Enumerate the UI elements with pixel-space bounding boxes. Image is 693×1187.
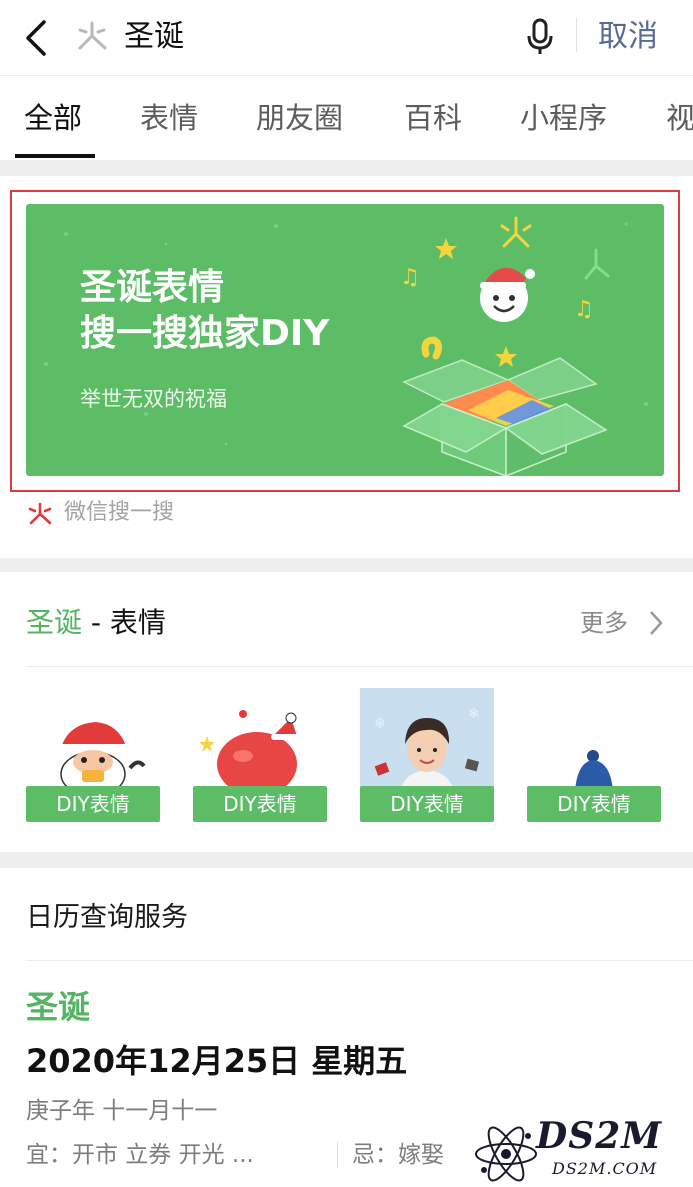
- svg-text:❄: ❄: [468, 706, 480, 722]
- section-gap: [0, 160, 693, 176]
- search-bar: 圣诞 取消: [0, 0, 693, 76]
- svg-text:❄: ❄: [374, 716, 386, 732]
- divider: [337, 1142, 338, 1168]
- santa-sticker-icon: [42, 722, 146, 792]
- sticker-card[interactable]: DIY表情: [527, 688, 661, 826]
- sticker-card[interactable]: DIY表情: [26, 688, 160, 826]
- sticker-results: 圣诞 - 表情 更多 DIY表情 DIY表情 ❄ ❄ DIY表情 DIY表情: [0, 572, 693, 852]
- sticker-label: DIY表情: [26, 786, 160, 822]
- watermark-url: DS2M.COM: [552, 1159, 658, 1178]
- apple-sticker-icon: [199, 710, 299, 792]
- atom-logo-icon: [475, 1126, 537, 1182]
- watermark: DS2M DS2M.COM: [470, 1114, 690, 1186]
- divider: [26, 666, 693, 667]
- svg-text:♫: ♫: [574, 297, 594, 322]
- section-gap: [0, 852, 693, 868]
- tab-mini-programs[interactable]: 小程序: [520, 98, 607, 138]
- title-rest: - 表情: [82, 606, 166, 639]
- promo-banner[interactable]: 圣诞表情 搜一搜独家DIY 举世无双的祝福 ♫ ♫: [26, 204, 664, 476]
- svg-text:♫: ♫: [400, 265, 420, 290]
- highlight-frame: 圣诞表情 搜一搜独家DIY 举世无双的祝福 ♫ ♫: [10, 190, 680, 492]
- tab-stickers[interactable]: 表情: [140, 98, 198, 138]
- banner-title: 圣诞表情: [80, 267, 225, 308]
- search-input[interactable]: 圣诞: [124, 16, 184, 58]
- person-photo-sticker-icon: ❄ ❄: [360, 688, 494, 792]
- more-link[interactable]: 更多: [580, 604, 628, 642]
- microphone-icon[interactable]: [522, 16, 558, 56]
- search-logo-icon: [28, 502, 52, 525]
- back-arrow-icon[interactable]: [18, 14, 58, 62]
- cancel-button[interactable]: 取消: [598, 16, 658, 58]
- sticker-label: DIY表情: [193, 786, 327, 822]
- gift-box-illustration: ♫ ♫: [400, 216, 610, 476]
- sticker-label: DIY表情: [527, 786, 661, 822]
- blue-hat-sticker-icon: [575, 750, 613, 792]
- search-logo-icon: [78, 21, 107, 50]
- holiday-name: 圣诞: [26, 988, 91, 1026]
- tab-all[interactable]: 全部: [24, 98, 82, 138]
- calendar-date: 2020年12月25日 星期五: [26, 1042, 408, 1080]
- watermark-text: DS2M: [536, 1115, 663, 1157]
- active-tab-indicator: [15, 154, 95, 158]
- source-label: 微信搜一搜: [64, 500, 175, 525]
- banner-subtitle: 举世无双的祝福: [80, 387, 227, 411]
- calendar-header: 日历查询服务: [26, 902, 188, 933]
- divider: [576, 18, 577, 52]
- sticker-card[interactable]: DIY表情: [193, 688, 327, 826]
- banner-title-2: 搜一搜独家DIY: [80, 313, 330, 354]
- title-highlight: 圣诞: [26, 606, 83, 639]
- chevron-right-icon[interactable]: [646, 608, 666, 638]
- divider: [26, 960, 693, 961]
- tab-moments[interactable]: 朋友圈: [256, 98, 343, 138]
- category-tabs: 全部 表情 朋友圈 百科 小程序 视: [0, 76, 693, 160]
- section-gap: [0, 558, 693, 572]
- section-title: 圣诞 - 表情: [26, 602, 166, 644]
- inauspicious-activities: 忌：嫁娶: [352, 1142, 444, 1168]
- sticker-label: DIY表情: [360, 786, 494, 822]
- tab-baike[interactable]: 百科: [404, 98, 462, 138]
- promo-section: 圣诞表情 搜一搜独家DIY 举世无双的祝福 ♫ ♫ 微信搜一搜: [0, 176, 693, 558]
- lunar-date: 庚子年 十一月十一: [26, 1098, 218, 1124]
- tab-video[interactable]: 视: [666, 98, 693, 138]
- auspicious-activities: 宜：开市 立券 开光 ...: [26, 1142, 254, 1168]
- sticker-card[interactable]: ❄ ❄ DIY表情: [360, 688, 494, 826]
